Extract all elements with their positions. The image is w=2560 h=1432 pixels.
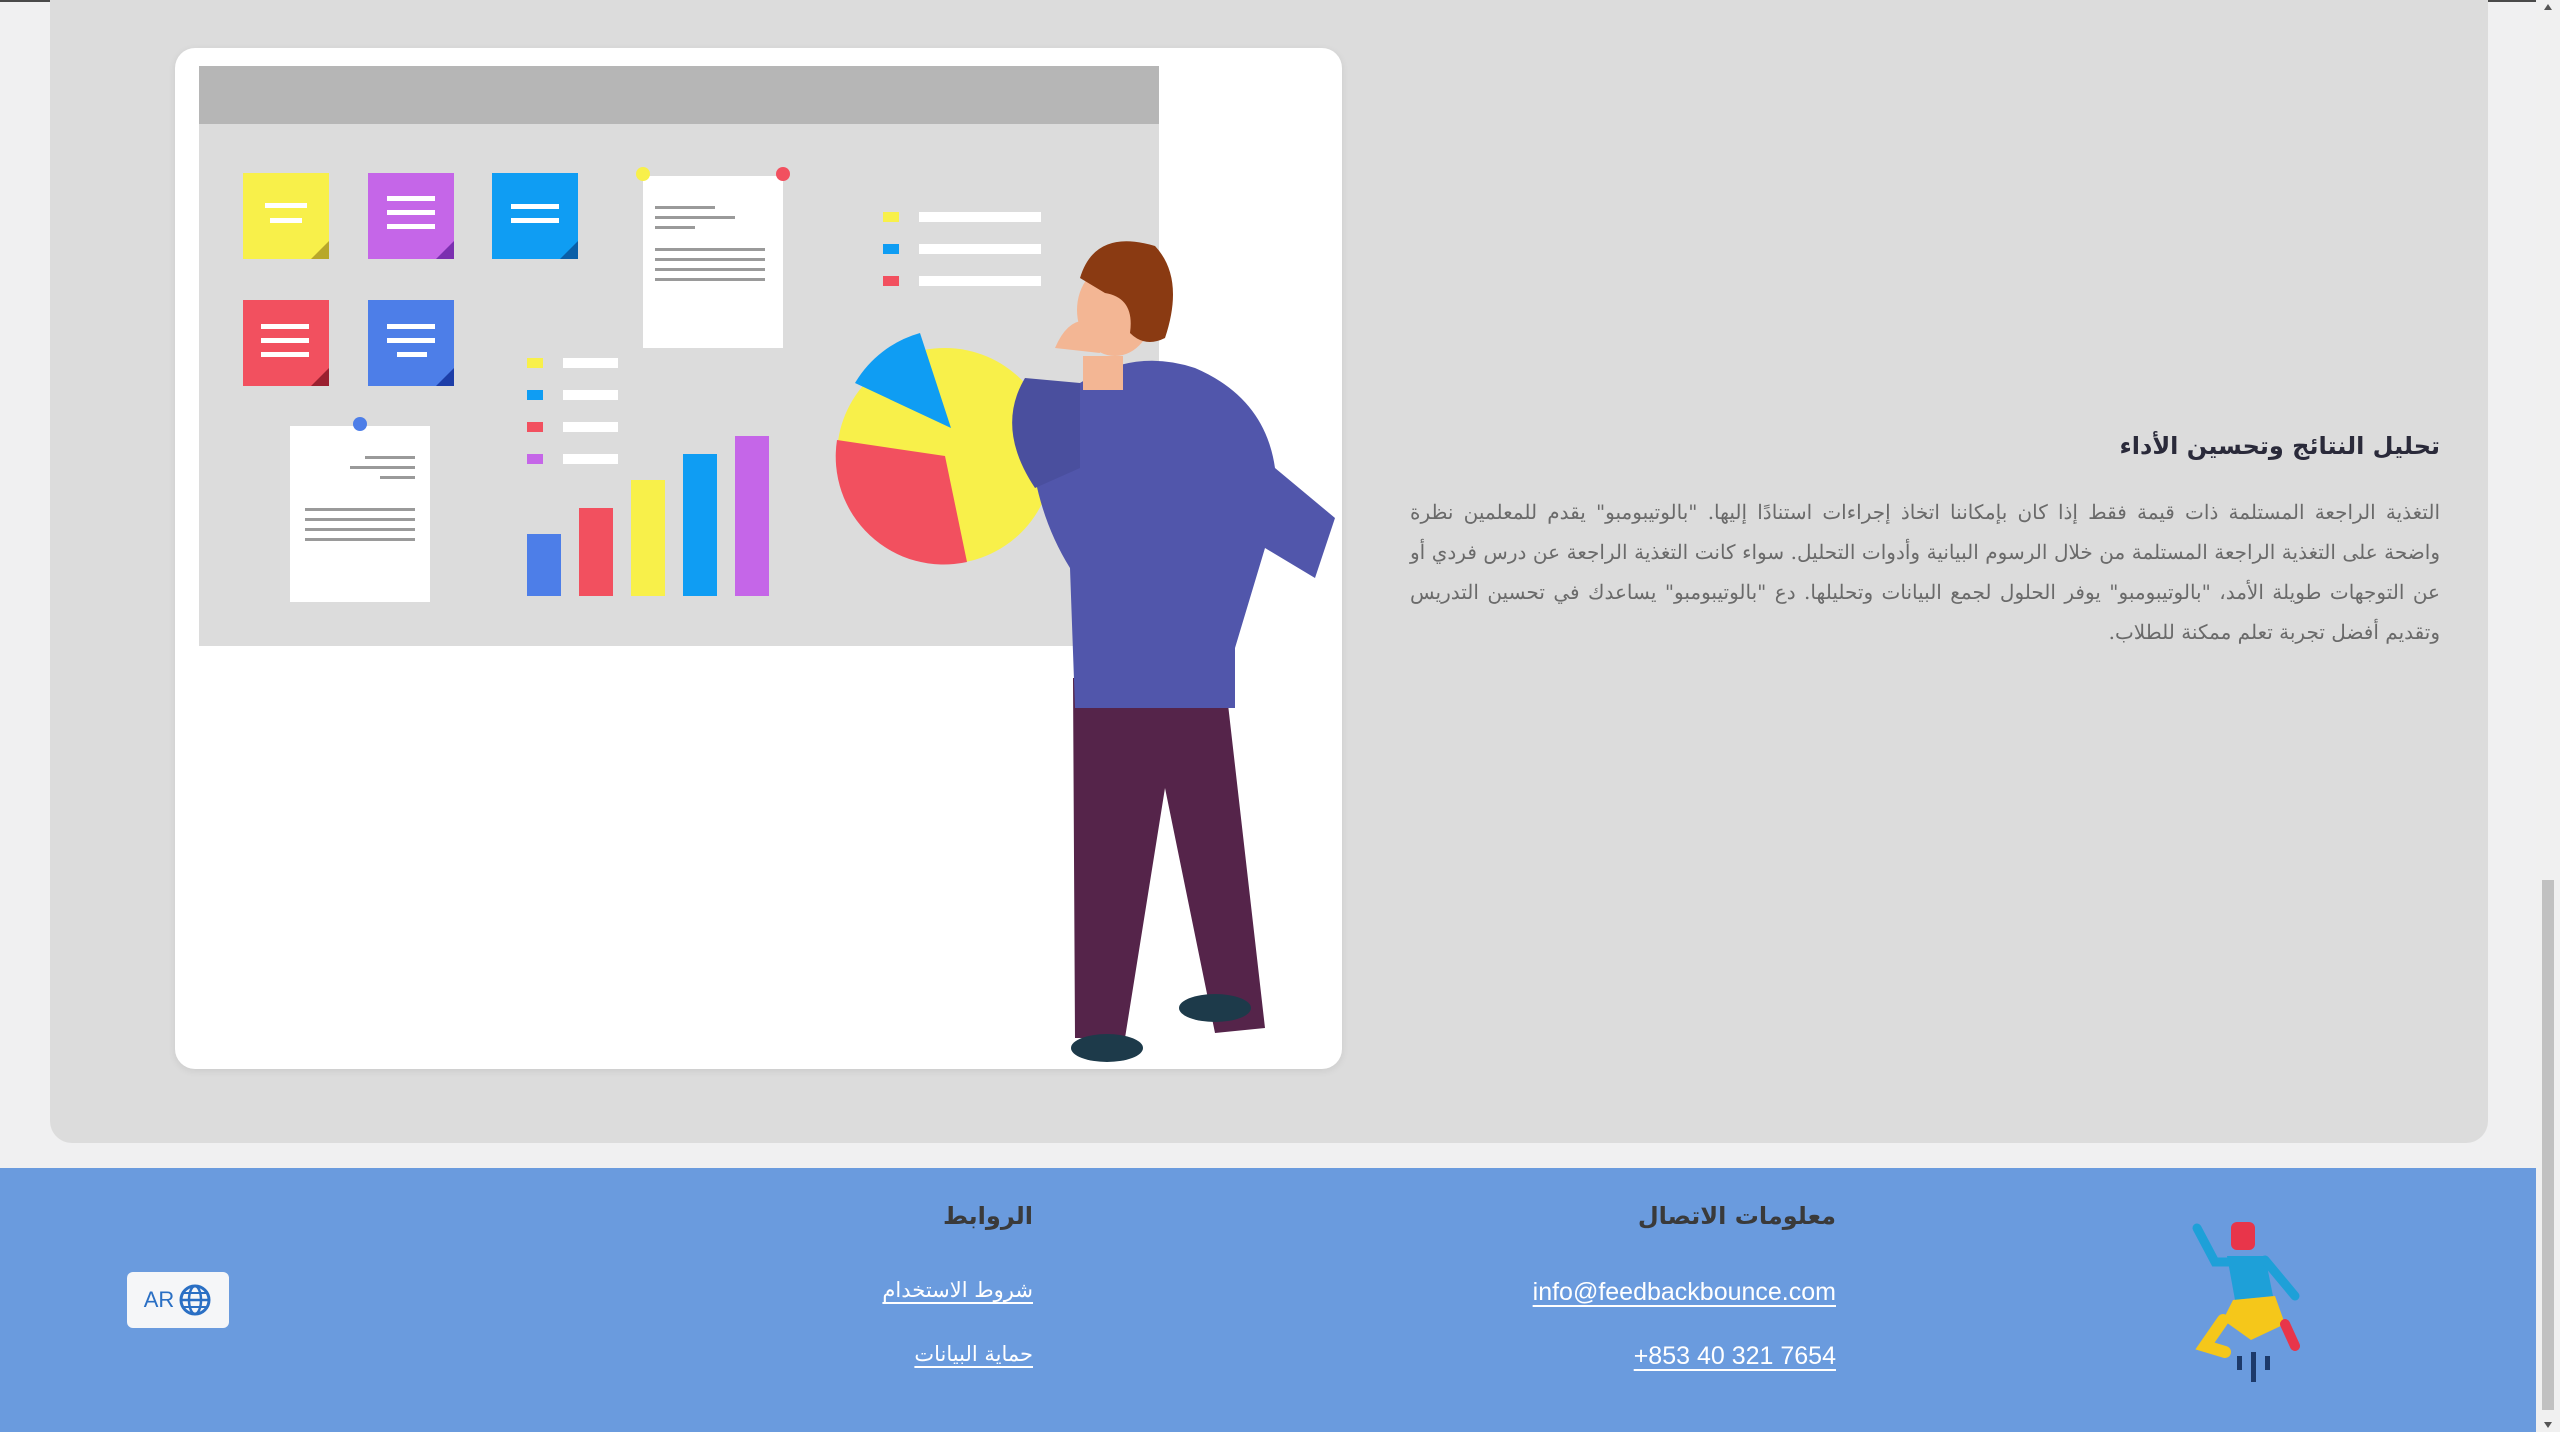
section-title: تحليل النتائج وتحسين الأداء bbox=[2119, 432, 2441, 460]
section-description: التغذية الراجعة المستلمة ذات قيمة فقط إذ… bbox=[1410, 500, 2440, 644]
data-protection-link[interactable]: حماية البيانات bbox=[914, 1342, 1033, 1366]
language-switcher[interactable]: AR bbox=[127, 1272, 229, 1328]
contact-heading: معلومات الاتصال bbox=[1637, 1202, 1836, 1230]
phone-link[interactable]: +853 40 321 7654 bbox=[1634, 1342, 1836, 1371]
links-heading: الروابط bbox=[942, 1202, 1033, 1230]
globe-icon bbox=[179, 1284, 211, 1316]
scrollbar-thumb[interactable] bbox=[2542, 880, 2554, 1410]
scroll-down-icon[interactable] bbox=[2544, 1422, 2552, 1428]
section-text-block: تحليل النتائج وتحسين الأداء التغذية الرا… bbox=[1410, 426, 2440, 652]
language-label: AR bbox=[143, 1287, 175, 1312]
feature-section: تحليل النتائج وتحسين الأداء التغذية الرا… bbox=[50, 0, 2488, 1143]
data-analysis-illustration bbox=[199, 66, 1335, 1062]
bouncing-person-logo bbox=[2192, 1222, 2300, 1382]
footer: AR الروابط شروط الاستخدام حماية البيانات… bbox=[0, 1168, 2536, 1432]
scroll-up-icon[interactable] bbox=[2544, 4, 2552, 10]
terms-of-use-link[interactable]: شروط الاستخدام bbox=[882, 1278, 1033, 1302]
email-link[interactable]: info@feedbackbounce.com bbox=[1533, 1278, 1836, 1307]
illustration-card bbox=[175, 48, 1342, 1069]
page-scrollbar[interactable] bbox=[2536, 0, 2560, 1432]
